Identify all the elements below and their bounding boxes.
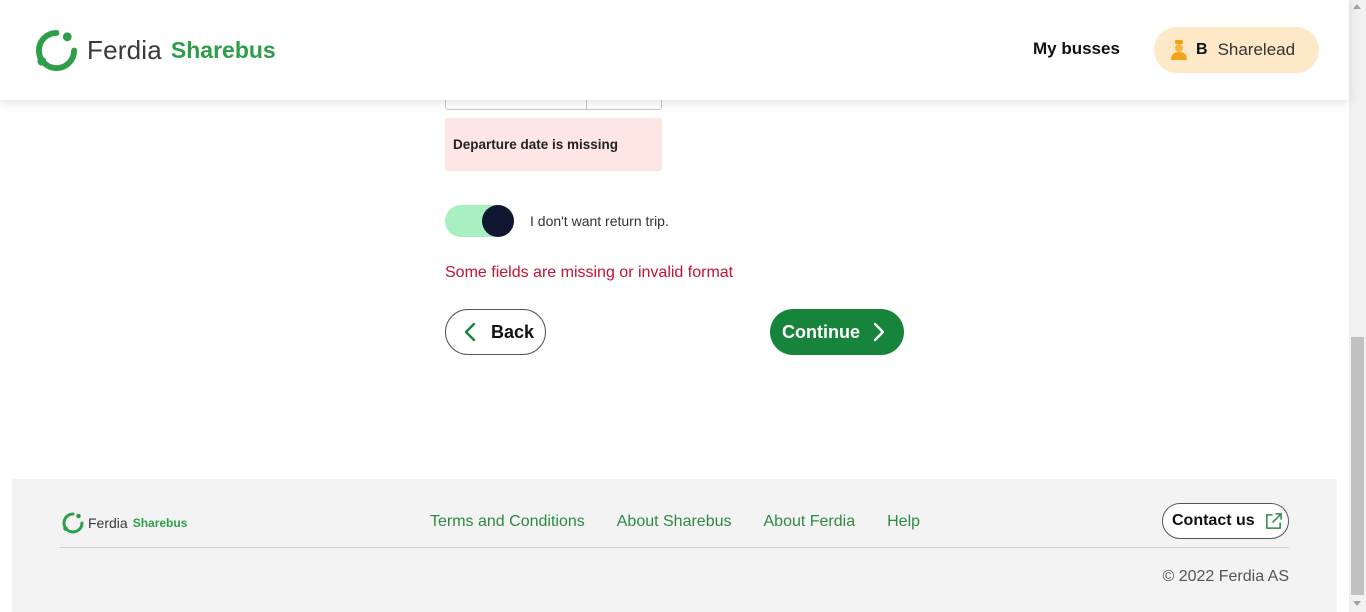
user-name: Sharelead — [1217, 40, 1296, 59]
footer-logo[interactable]: Ferdia Sharebus — [61, 511, 187, 535]
footer-link-help[interactable]: Help — [887, 513, 920, 531]
scrollbar-thumb[interactable] — [1351, 337, 1364, 595]
no-return-trip-label: I don't want return trip. — [530, 213, 669, 229]
footer-brand-sharebus: Sharebus — [132, 516, 188, 530]
external-link-icon — [1265, 512, 1282, 529]
brand-name-sharebus: Sharebus — [170, 37, 276, 63]
continue-button[interactable]: Continue — [770, 309, 904, 355]
site-footer: Ferdia Sharebus Terms and Conditions Abo… — [12, 479, 1337, 612]
footer-divider — [60, 547, 1289, 548]
site-header: Ferdia Sharebus My busses B Sharelead — [0, 0, 1349, 100]
brand-name-ferdia: Ferdia — [87, 35, 162, 65]
contact-us-button[interactable]: Contact us — [1162, 503, 1289, 539]
footer-brand-ferdia: Ferdia — [88, 515, 128, 531]
footer-link-about-sharebus[interactable]: About Sharebus — [617, 513, 732, 531]
ferdia-ring-logo-icon — [35, 29, 78, 72]
chevron-right-icon — [873, 322, 885, 342]
footer-link-terms[interactable]: Terms and Conditions — [430, 513, 585, 531]
user-badge-icon — [1171, 40, 1187, 60]
back-button[interactable]: Back — [445, 309, 546, 355]
footer-links: Terms and Conditions About Sharebus Abou… — [430, 513, 920, 531]
scroll-down-arrow-icon[interactable] — [1353, 601, 1361, 606]
ferdia-sharebus-logo[interactable]: Ferdia Sharebus — [33, 27, 276, 74]
user-initial: B — [1196, 41, 1208, 58]
scroll-up-arrow-icon[interactable] — [1353, 4, 1361, 9]
footer-link-about-ferdia[interactable]: About Ferdia — [764, 513, 856, 531]
back-button-label: Back — [491, 321, 535, 342]
nav-my-busses[interactable]: My busses — [1033, 39, 1120, 59]
chevron-left-icon — [464, 322, 476, 342]
page-scrollbar[interactable] — [1349, 0, 1366, 612]
departure-date-error: Departure date is missing — [445, 118, 662, 171]
toggle-knob — [482, 205, 514, 237]
continue-button-label: Continue — [782, 321, 860, 342]
no-return-trip-toggle[interactable] — [445, 205, 514, 237]
user-menu-button[interactable]: B Sharelead — [1154, 27, 1319, 73]
contact-us-label: Contact us — [1172, 512, 1255, 529]
ferdia-ring-logo-icon — [62, 512, 84, 534]
copyright-text: © 2022 Ferdia AS — [1162, 568, 1289, 585]
page: Ferdia Sharebus My busses B Sharelead De… — [0, 0, 1366, 612]
form-validation-error: Some fields are missing or invalid forma… — [445, 264, 734, 281]
